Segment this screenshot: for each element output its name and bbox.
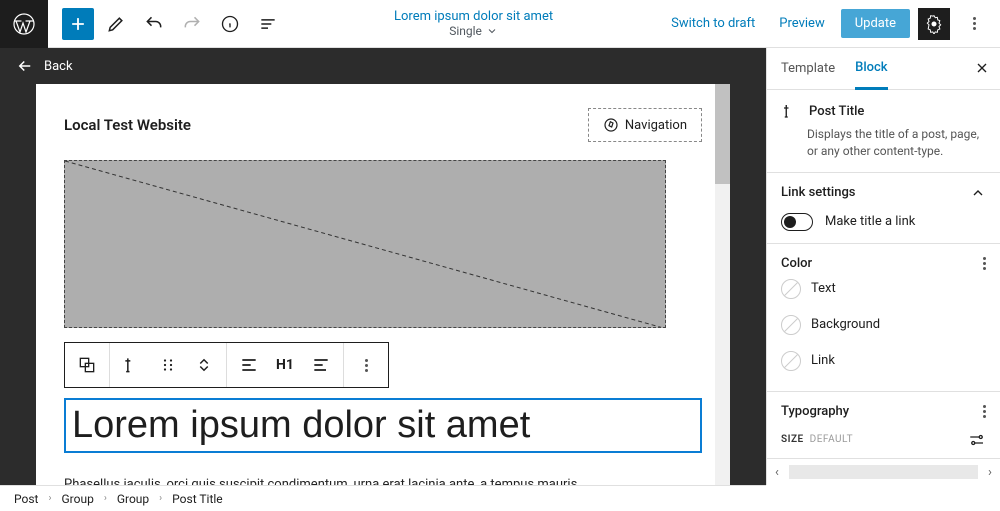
- swatch-icon: [781, 315, 801, 335]
- block-description: Displays the title of a post, page, or a…: [807, 126, 986, 160]
- settings-button[interactable]: [918, 8, 950, 40]
- edit-mode-button[interactable]: [100, 8, 132, 40]
- site-title[interactable]: Local Test Website: [64, 116, 191, 134]
- panel-typography-head[interactable]: Typography: [781, 404, 986, 419]
- panel-link-settings-head[interactable]: Link settings: [781, 185, 986, 201]
- sidebar-h-scrollbar[interactable]: ‹ ›: [767, 458, 1000, 485]
- settings-sidebar: Template Block Post Title Displays the t…: [766, 48, 1000, 485]
- switch-to-draft-button[interactable]: Switch to draft: [663, 10, 763, 37]
- tab-block[interactable]: Block: [855, 48, 887, 90]
- close-sidebar-button[interactable]: [974, 60, 990, 76]
- panel-link-settings: Link settings Make title a link: [767, 173, 1000, 244]
- block-name: Post Title: [809, 104, 864, 119]
- chevron-down-icon: [486, 25, 498, 37]
- panel-color-head[interactable]: Color: [781, 256, 986, 271]
- block-info: Post Title Displays the title of a post,…: [767, 90, 1000, 173]
- scroll-left-icon[interactable]: ‹: [767, 465, 787, 480]
- back-label: Back: [44, 59, 73, 74]
- info-button[interactable]: [214, 8, 246, 40]
- compass-icon: [603, 117, 619, 133]
- toolbar-left: [48, 8, 284, 40]
- make-title-link-toggle[interactable]: [781, 213, 813, 231]
- drag-handle[interactable]: [150, 347, 186, 383]
- breadcrumb-item[interactable]: Group: [61, 492, 93, 506]
- breadcrumb-item[interactable]: Post: [14, 492, 38, 506]
- arrow-left-icon: [16, 57, 34, 75]
- post-content[interactable]: Phasellus iaculis, orci quis suscipit co…: [64, 477, 702, 485]
- color-more-icon[interactable]: [983, 257, 986, 270]
- swatch-icon: [781, 351, 801, 371]
- scroll-track[interactable]: [789, 465, 978, 479]
- editor-canvas-wrap: Back Local Test Website Navigation: [0, 48, 766, 485]
- breadcrumb-item[interactable]: Group: [117, 492, 149, 506]
- list-view-button[interactable]: [252, 8, 284, 40]
- align-button[interactable]: [231, 347, 267, 383]
- typography-more-icon[interactable]: [983, 405, 986, 418]
- featured-image-placeholder[interactable]: [64, 160, 666, 328]
- post-title-block[interactable]: Lorem ipsum dolor sit amet: [64, 398, 702, 453]
- toggle-label: Make title a link: [825, 214, 915, 229]
- color-link[interactable]: Link: [781, 343, 986, 379]
- post-title-icon: [781, 102, 799, 120]
- sidebar-tabs: Template Block: [767, 48, 1000, 90]
- chevron-up-icon: [970, 185, 986, 201]
- swatch-icon: [781, 279, 801, 299]
- document-title-area[interactable]: Lorem ipsum dolor sit amet Single: [284, 9, 663, 38]
- preview-button[interactable]: Preview: [771, 10, 832, 37]
- toolbar-right: Switch to draft Preview Update: [663, 8, 1000, 40]
- panel-color: Color Text Background Link: [767, 244, 1000, 392]
- undo-button[interactable]: [138, 8, 170, 40]
- typography-size-row: SIZE DEFAULT: [767, 423, 1000, 449]
- editor-canvas[interactable]: Local Test Website Navigation: [36, 84, 730, 485]
- block-more-button[interactable]: [348, 347, 384, 383]
- panel-typography: Typography: [767, 392, 1000, 423]
- back-bar[interactable]: Back: [0, 48, 766, 84]
- tab-template[interactable]: Template: [781, 49, 835, 88]
- block-breadcrumb: Post› Group› Group› Post Title: [0, 485, 766, 511]
- size-control-icon[interactable]: [968, 433, 986, 447]
- navigation-block[interactable]: Navigation: [588, 108, 702, 142]
- canvas-scrollbar-track[interactable]: [715, 84, 730, 485]
- wordpress-logo[interactable]: [0, 0, 48, 48]
- more-options-button[interactable]: [958, 8, 990, 40]
- redo-button[interactable]: [176, 8, 208, 40]
- canvas-scrollbar-thumb[interactable]: [715, 84, 730, 184]
- color-background[interactable]: Background: [781, 307, 986, 343]
- transform-button[interactable]: [114, 347, 150, 383]
- move-button[interactable]: [186, 347, 222, 383]
- block-toolbar: H1: [64, 342, 389, 388]
- document-title: Lorem ipsum dolor sit amet: [394, 9, 553, 24]
- top-toolbar: Lorem ipsum dolor sit amet Single Switch…: [0, 0, 1000, 48]
- color-text[interactable]: Text: [781, 271, 986, 307]
- add-block-button[interactable]: [62, 8, 94, 40]
- breadcrumb-item[interactable]: Post Title: [172, 492, 222, 506]
- heading-level-button[interactable]: H1: [267, 347, 303, 383]
- template-selector[interactable]: Single: [449, 24, 498, 38]
- block-type-button[interactable]: [69, 347, 105, 383]
- text-align-button[interactable]: [303, 347, 339, 383]
- scroll-right-icon[interactable]: ›: [980, 465, 1000, 480]
- update-button[interactable]: Update: [841, 9, 910, 38]
